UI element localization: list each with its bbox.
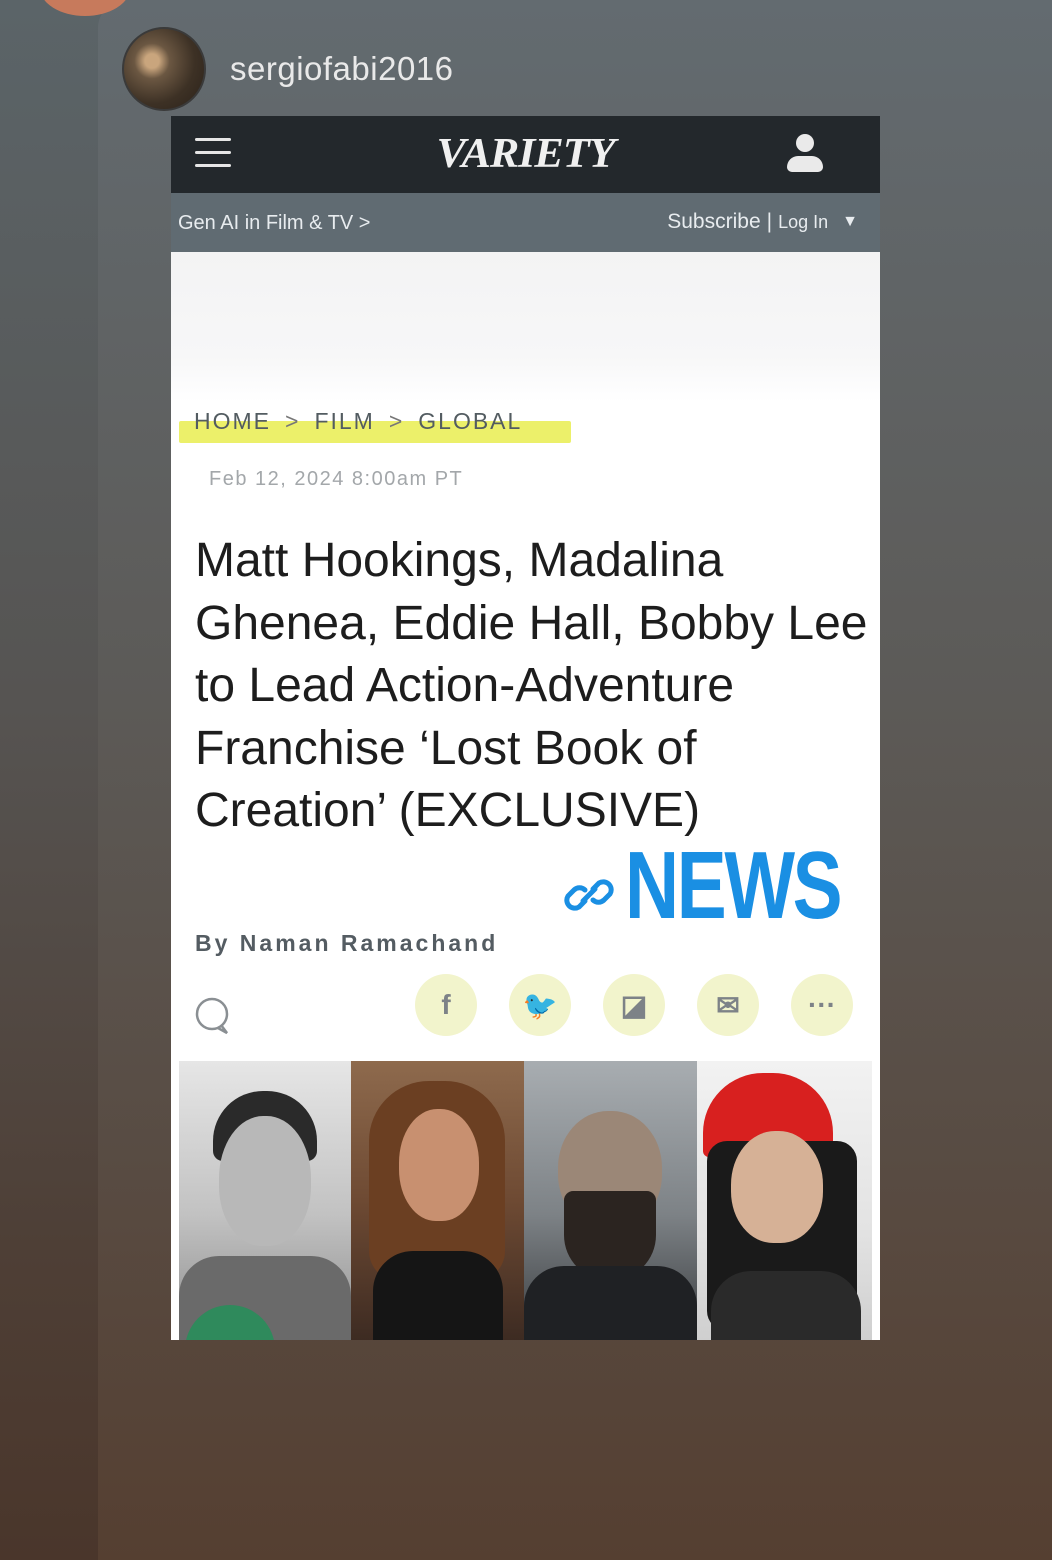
divider: | [766,210,773,233]
breadcrumb-film[interactable]: FILM [314,408,374,435]
email-share-button[interactable]: ✉ [697,974,759,1036]
twitter-share-button[interactable]: 🐦 [509,974,571,1036]
story-username[interactable]: sergiofabi2016 [230,50,454,88]
gen-ai-link[interactable]: Gen AI in Film & TV > [178,212,370,235]
breadcrumb-separator: > [285,408,301,434]
byline-prefix: By [195,930,231,956]
cast-photo-1 [179,1061,351,1340]
news-sticker-label: NEWS [625,832,843,939]
link-icon [564,879,614,911]
breadcrumb-global[interactable]: GLOBAL [418,408,522,435]
publish-date: Feb 12, 2024 8:00am PT [209,468,464,490]
story-header[interactable]: sergiofabi2016 [122,27,454,111]
author-link[interactable]: Naman Ramachand [240,930,498,956]
breadcrumb-separator: > [388,408,405,434]
account-links: Subscribe | Log In ▼ [667,210,858,234]
sub-navigation: Gen AI in Film & TV > Subscribe | Log In… [171,193,880,252]
chevron-down-icon[interactable]: ▼ [842,213,858,231]
breadcrumb: HOME > FILM > GLOBAL [194,408,522,435]
news-link-sticker[interactable]: NEWS [561,838,901,934]
site-header: VARIETY [171,116,880,193]
breadcrumb-home[interactable]: HOME [194,408,271,435]
cast-photo-collage [179,1061,880,1340]
flipboard-share-button[interactable]: ◪ [603,974,665,1036]
user-avatar[interactable] [122,27,206,111]
ad-placeholder [171,252,880,402]
more-share-button[interactable]: ··· [791,974,853,1036]
site-logo[interactable]: VARIETY [171,130,880,178]
cast-photo-3 [524,1061,697,1340]
byline: By Naman Ramachand [195,930,498,957]
article-headline: Matt Hookings, Madalina Ghenea, Eddie Ha… [195,534,868,837]
account-icon[interactable] [785,134,825,176]
facebook-share-button[interactable]: f [415,974,477,1036]
subscribe-link[interactable]: Subscribe [667,210,760,234]
login-link[interactable]: Log In [778,212,828,233]
article-screenshot: VARIETY Gen AI in Film & TV > Subscribe … [171,116,880,1340]
cast-photo-2 [351,1061,524,1340]
comment-icon[interactable] [193,996,233,1036]
cast-photo-4 [697,1061,872,1340]
